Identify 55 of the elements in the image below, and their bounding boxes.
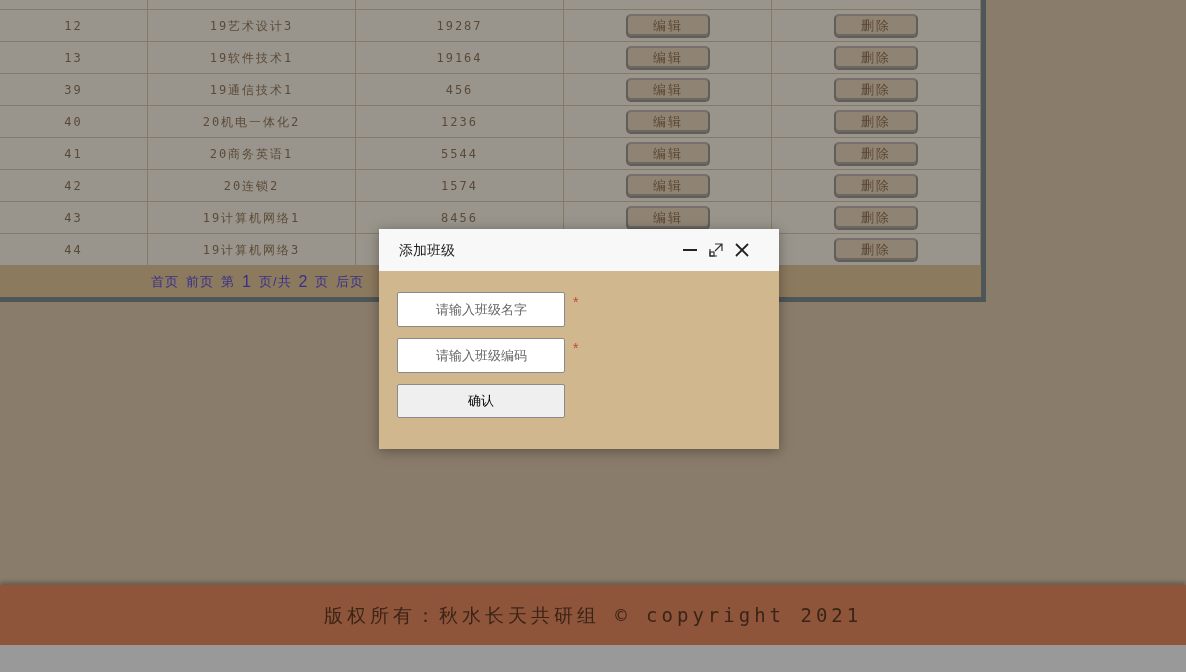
delete-button[interactable]: 删除 [834, 45, 918, 70]
pager-text: 第 [221, 272, 235, 291]
pager-text: 页 [315, 272, 330, 291]
delete-button[interactable]: 删除 [834, 141, 918, 166]
table-cell-text: 19计算机网络1 [202, 209, 301, 227]
table-cell-text: 1574 [441, 177, 478, 195]
table-cell-text: 19软件技术1 [209, 49, 294, 67]
delete-button[interactable]: 删除 [834, 237, 918, 262]
table-cell-text: 19287 [436, 17, 483, 35]
delete-button[interactable]: 删除 [834, 109, 918, 134]
table-cell-text: 19164 [436, 49, 483, 67]
table-cell-text: 43 [64, 209, 83, 227]
table-cell-text: 20连锁2 [223, 177, 280, 195]
close-icon[interactable] [735, 243, 749, 257]
table-cell-text: 1236 [441, 113, 478, 131]
table-cell-text: 8456 [441, 209, 478, 227]
table-cell-text: 40 [64, 113, 83, 131]
delete-button[interactable]: 删除 [834, 77, 918, 102]
dialog-title: 添加班级 [399, 240, 455, 260]
edit-button[interactable]: 编辑 [625, 13, 710, 38]
text-input[interactable]: 请输入班级编码 [397, 338, 565, 373]
edit-button[interactable]: 编辑 [625, 77, 710, 102]
page-number: 1 [242, 271, 252, 292]
table-cell-text: 456 [445, 81, 474, 99]
table-cell-text: 42 [64, 177, 83, 195]
pager-link[interactable]: 前页 [186, 271, 214, 292]
table-cell-text: 12 [64, 17, 83, 35]
pager-link[interactable]: 首页 [151, 271, 179, 292]
edit-button[interactable]: 编辑 [625, 141, 710, 166]
table-cell-text: 13 [64, 49, 83, 67]
table-cell-text: 39 [64, 81, 83, 99]
required-mark: * [573, 293, 579, 312]
delete-button[interactable]: 删除 [834, 205, 918, 230]
table-cell-text: 20机电一体化2 [202, 113, 301, 131]
table-cell-text: 19通信技术1 [209, 81, 294, 99]
table-cell-text: 44 [64, 241, 83, 259]
table-cell-text: 20商务英语1 [209, 145, 294, 163]
text-input[interactable]: 请输入班级名字 [397, 292, 565, 327]
delete-button[interactable]: 删除 [834, 173, 918, 198]
edit-button[interactable]: 编辑 [625, 109, 710, 134]
table-cell-text: 41 [64, 145, 83, 163]
delete-button[interactable]: 删除 [834, 13, 918, 38]
confirm-button[interactable]: 确认 [397, 384, 565, 418]
required-mark: * [573, 339, 579, 358]
page-number: 2 [298, 271, 309, 292]
edit-button[interactable]: 编辑 [625, 45, 710, 70]
edit-button[interactable]: 编辑 [625, 205, 710, 230]
table-cell-text: 5544 [441, 145, 478, 163]
edit-button[interactable]: 编辑 [625, 173, 710, 198]
copyright-text: 版权所有：秋水长天共研组 © copyright 2021 [323, 602, 863, 628]
pager-link[interactable]: 后页 [336, 271, 365, 292]
table-cell-text: 19计算机网络3 [202, 241, 301, 259]
maximize-icon[interactable] [709, 243, 723, 257]
table-cell-text: 19艺术设计3 [209, 17, 294, 35]
pager-text: 页/共 [258, 272, 292, 291]
